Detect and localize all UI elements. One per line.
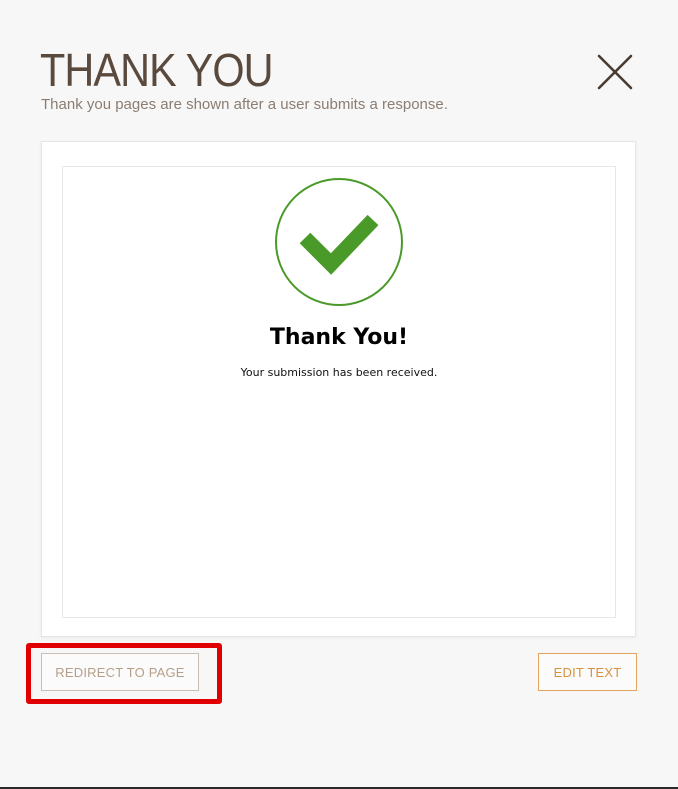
redirect-to-page-button[interactable]: REDIRECT TO PAGE	[41, 653, 199, 691]
thank-you-heading: Thank You!	[269, 325, 409, 350]
thank-you-preview-card: Thank You! Your submission has been rece…	[41, 141, 636, 637]
thank-you-preview: Thank You! Your submission has been rece…	[62, 166, 616, 618]
close-icon	[597, 54, 633, 90]
checkmark-circle-icon	[275, 178, 403, 306]
close-button[interactable]	[595, 52, 635, 92]
thank-you-message: Your submission has been received.	[240, 366, 438, 379]
page-title: THANK YOU	[40, 44, 274, 96]
page-subtitle: Thank you pages are shown after a user s…	[41, 96, 448, 113]
edit-text-button[interactable]: EDIT TEXT	[538, 653, 637, 691]
